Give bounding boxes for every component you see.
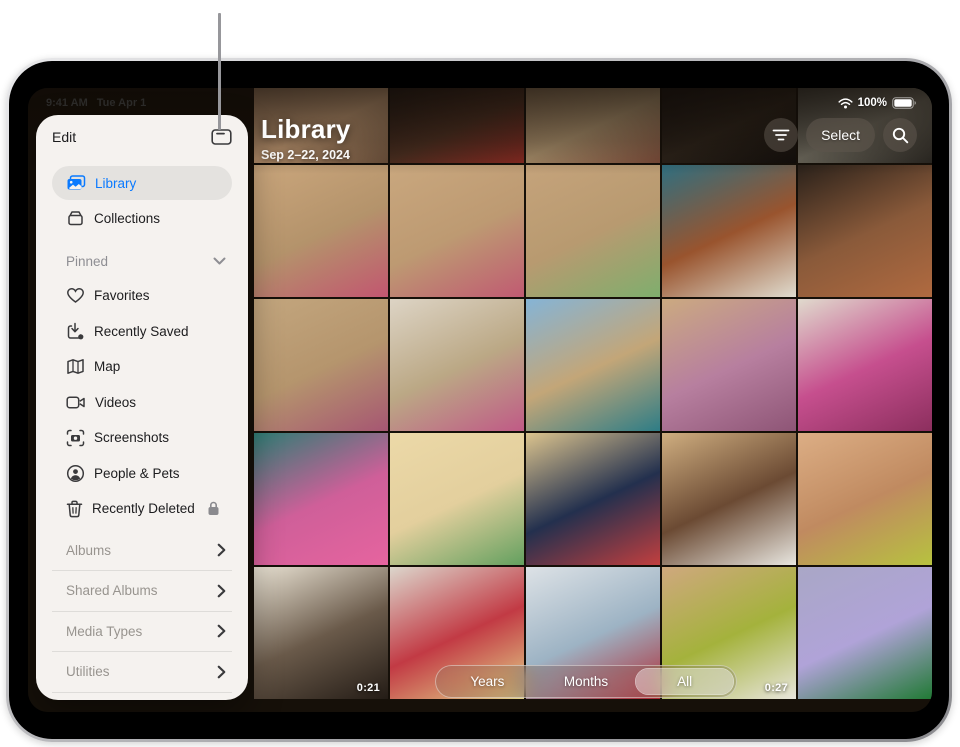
sidebar-item-label: Library [95, 176, 136, 191]
battery-percent: 100% [858, 97, 887, 109]
chevron-right-icon [217, 584, 226, 598]
lock-icon [207, 501, 220, 516]
photo-woman-laughing[interactable] [798, 433, 932, 565]
sidebar-item-label: Map [94, 359, 120, 374]
photo-man-pink-shirt-arch[interactable] [254, 165, 388, 297]
status-date: Tue Apr 1 [97, 97, 147, 109]
photo-man-striped-sweater[interactable] [526, 433, 660, 565]
group-label: Shared Albums [66, 583, 158, 598]
hide-sidebar-icon[interactable] [211, 128, 232, 146]
sidebar-item-label: Videos [95, 395, 136, 410]
photo-two-friends-corridor[interactable] [390, 433, 524, 565]
photo-man-rust-shirt[interactable] [798, 165, 932, 297]
segment-years[interactable]: Years [438, 668, 537, 695]
box-icon [66, 209, 85, 227]
sidebar-item-label: Recently Deleted [92, 501, 195, 516]
status-right: 100% [838, 97, 917, 109]
group-label: Utilities [66, 664, 110, 679]
status-left: 9:41 AM Tue Apr 1 [46, 97, 146, 109]
heart-icon [66, 287, 85, 304]
sidebar-group-albums[interactable]: Albums [52, 531, 232, 572]
photo-woman-stairs[interactable] [254, 299, 388, 431]
photo-woman-mauve[interactable] [662, 299, 796, 431]
photo-man-tiled-balcony[interactable] [662, 165, 796, 297]
sidebar-group-shared-albums[interactable]: Shared Albums [52, 571, 232, 612]
sidebar-group-utilities[interactable]: Utilities [52, 652, 232, 693]
photo-woman-pink-dress[interactable] [254, 433, 388, 565]
photo-3d-still-life[interactable] [798, 567, 932, 699]
sidebar-item-recently-saved[interactable]: Recently Saved [36, 314, 248, 350]
sidebar-item-favorites[interactable]: Favorites [36, 278, 248, 314]
sidebar-item-label: Screenshots [94, 430, 169, 445]
photo-braids-cafe[interactable]: 0:21 [254, 567, 388, 699]
sidebar-group-media-types[interactable]: Media Types [52, 612, 232, 653]
screenshot-icon [66, 429, 85, 447]
page-title: Library [261, 114, 351, 145]
edit-button[interactable]: Edit [52, 129, 76, 145]
segment-all[interactable]: All [635, 668, 734, 695]
segment-months[interactable]: Months [537, 668, 636, 695]
sidebar-topbar: Edit [52, 123, 232, 151]
filter-button[interactable] [764, 118, 798, 152]
view-switcher: Years Months All [435, 665, 737, 698]
library-header: Library Sep 2–22, 2024 [261, 114, 351, 162]
sidebar-item-label: Favorites [94, 288, 150, 303]
photo-woman-curly-hair[interactable] [662, 433, 796, 565]
select-button[interactable]: Select [806, 118, 875, 152]
toolbar: Select [764, 118, 917, 152]
sidebar-item-screenshots[interactable]: Screenshots [36, 420, 248, 456]
video-duration: 0:21 [357, 682, 380, 694]
sidebar-item-label: Recently Saved [94, 324, 189, 339]
chevron-down-icon [213, 257, 226, 265]
sidebar: Edit Library Collections Pinned [36, 115, 248, 700]
chevron-right-icon [217, 624, 226, 638]
date-range-subtitle: Sep 2–22, 2024 [261, 148, 351, 162]
sidebar-section-pinned[interactable]: Pinned [36, 244, 248, 278]
search-icon [892, 127, 909, 144]
status-bar: 9:41 AM Tue Apr 1 100% [46, 94, 917, 112]
save-tray-icon [66, 322, 85, 340]
filter-icon [772, 128, 790, 142]
sidebar-item-recently-deleted[interactable]: Recently Deleted [36, 491, 248, 527]
trash-icon [66, 500, 83, 518]
chevron-right-icon [217, 665, 226, 679]
sidebar-item-videos[interactable]: Videos [36, 385, 248, 421]
person-circle-icon [66, 464, 85, 483]
sidebar-item-collections[interactable]: Collections [36, 200, 248, 236]
video-duration: 0:27 [765, 682, 788, 694]
photo-man-sky-tiles[interactable] [526, 299, 660, 431]
status-time: 9:41 AM [46, 97, 88, 109]
photo-man-pink-shirt-closeup[interactable] [390, 165, 524, 297]
callout-line [218, 13, 221, 130]
group-label: Media Types [66, 624, 142, 639]
chevron-right-icon [217, 543, 226, 557]
photos-app-screen: 0:21 0:27 9:41 AM Tue Apr 1 100% Library … [28, 88, 932, 712]
wifi-icon [838, 98, 853, 109]
sidebar-item-label: People & Pets [94, 466, 180, 481]
photo-woman-arches[interactable] [390, 299, 524, 431]
section-label: Pinned [66, 254, 108, 269]
sidebar-item-map[interactable]: Map [36, 349, 248, 385]
sidebar-item-people-pets[interactable]: People & Pets [36, 456, 248, 492]
photo-woman-magenta-velvet[interactable] [798, 299, 932, 431]
sidebar-item-library[interactable]: Library [52, 166, 232, 200]
map-icon [66, 358, 85, 375]
select-button-label: Select [821, 127, 860, 143]
photos-stack-icon [66, 175, 86, 192]
page: 0:21 0:27 9:41 AM Tue Apr 1 100% Library … [0, 0, 960, 747]
group-label: Albums [66, 543, 111, 558]
video-camera-icon [66, 395, 86, 410]
search-button[interactable] [883, 118, 917, 152]
photo-man-striped-polo[interactable] [526, 165, 660, 297]
sidebar-item-label: Collections [94, 211, 160, 226]
battery-icon [892, 97, 917, 109]
